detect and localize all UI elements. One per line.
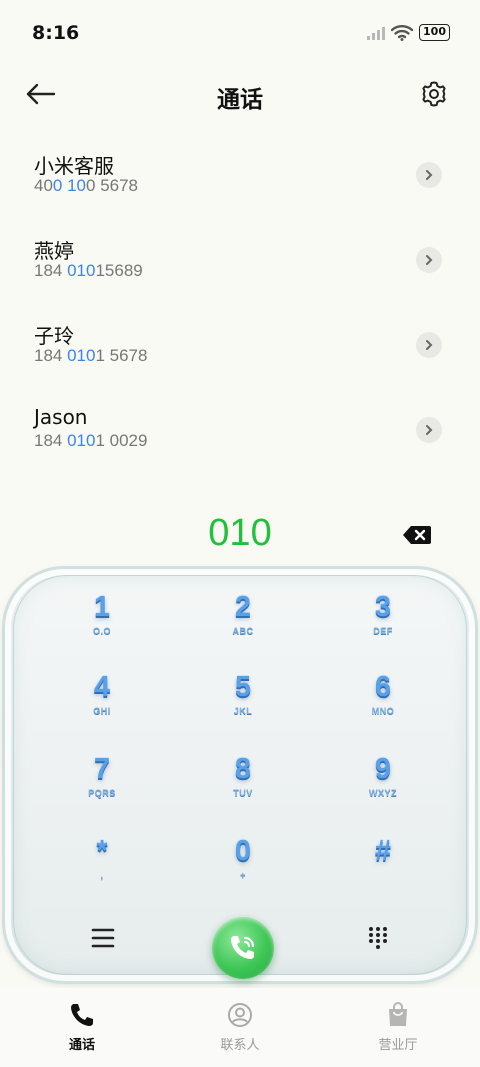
key-hash[interactable]: #: [333, 835, 433, 905]
list-item[interactable]: Jason 184 0101 0029: [0, 395, 480, 480]
status-icons: 100: [367, 24, 450, 41]
key-8[interactable]: 8 TUV: [193, 753, 293, 823]
contact-suggestion-list: 小米客服 400 100 5678 燕婷 184 01015689 子玲 184…: [0, 140, 480, 480]
contact-number: 184 0101 0029: [34, 431, 148, 450]
key-9[interactable]: 9 WXYZ: [333, 753, 433, 823]
contact-name: 小米客服: [34, 154, 114, 178]
chevron-right-icon: [426, 425, 433, 435]
nav-tab-contacts[interactable]: 联系人: [195, 1000, 285, 1053]
phone-icon: [71, 1004, 93, 1026]
chevron-right-icon: [426, 170, 433, 180]
nav-tab-calls[interactable]: 通话: [37, 1000, 127, 1053]
contact-detail-button[interactable]: [416, 247, 442, 273]
wifi-icon: [391, 24, 414, 41]
dialpad-toggle-icon[interactable]: [367, 925, 389, 951]
key-3[interactable]: 3 DEF: [333, 591, 433, 661]
key-1[interactable]: 1 O.O: [52, 591, 152, 661]
list-item[interactable]: 燕婷 184 01015689: [0, 225, 480, 310]
bottom-navigation: 通话 联系人 营业厅: [0, 988, 480, 1067]
menu-icon[interactable]: [91, 927, 115, 949]
key-0[interactable]: 0 +: [193, 835, 293, 905]
signal-icon: [367, 26, 386, 40]
contact-name: 子玲: [34, 324, 74, 348]
backspace-icon[interactable]: [402, 524, 432, 546]
nav-label-calls: 通话: [68, 1038, 95, 1053]
status-bar: 8:16 100: [0, 0, 480, 66]
contact-detail-button[interactable]: [416, 162, 442, 188]
key-6[interactable]: 6 MNO: [333, 671, 433, 741]
key-5[interactable]: 5 JKL: [193, 671, 293, 741]
key-4[interactable]: 4 GHI: [52, 671, 152, 741]
contact-detail-button[interactable]: [416, 417, 442, 443]
call-button[interactable]: [212, 917, 274, 979]
battery-indicator: 100: [419, 24, 450, 41]
contact-number: 184 0101 5678: [34, 346, 148, 365]
contact-avatar-icon: [228, 1003, 252, 1027]
key-2[interactable]: 2 ABC: [193, 591, 293, 661]
shopping-bag-icon: [389, 1002, 407, 1026]
dial-keypad: 1 O.O 2 ABC 3 DEF 4 GHI 5 JKL 6 MNO 7 PQ…: [2, 566, 478, 984]
nav-label-store: 营业厅: [378, 1038, 418, 1053]
gear-icon[interactable]: [420, 80, 448, 108]
header: 通话: [0, 66, 480, 124]
status-time: 8:16: [32, 22, 80, 44]
key-star[interactable]: * ,: [52, 835, 152, 905]
nav-tab-store[interactable]: 营业厅: [353, 1000, 443, 1053]
list-item[interactable]: 小米客服 400 100 5678: [0, 140, 480, 225]
nav-label-contacts: 联系人: [220, 1038, 260, 1053]
contact-detail-button[interactable]: [416, 332, 442, 358]
list-item[interactable]: 子玲 184 0101 5678: [0, 310, 480, 395]
chevron-right-icon: [426, 255, 433, 265]
contact-number: 184 01015689: [34, 261, 143, 280]
contact-number: 400 100 5678: [34, 176, 139, 195]
key-7[interactable]: 7 PQRS: [52, 753, 152, 823]
chevron-right-icon: [426, 340, 433, 350]
contact-name: Jason: [34, 405, 88, 429]
contact-name: 燕婷: [34, 239, 74, 263]
phone-call-icon: [231, 936, 255, 959]
page-title: 通话: [217, 87, 263, 113]
